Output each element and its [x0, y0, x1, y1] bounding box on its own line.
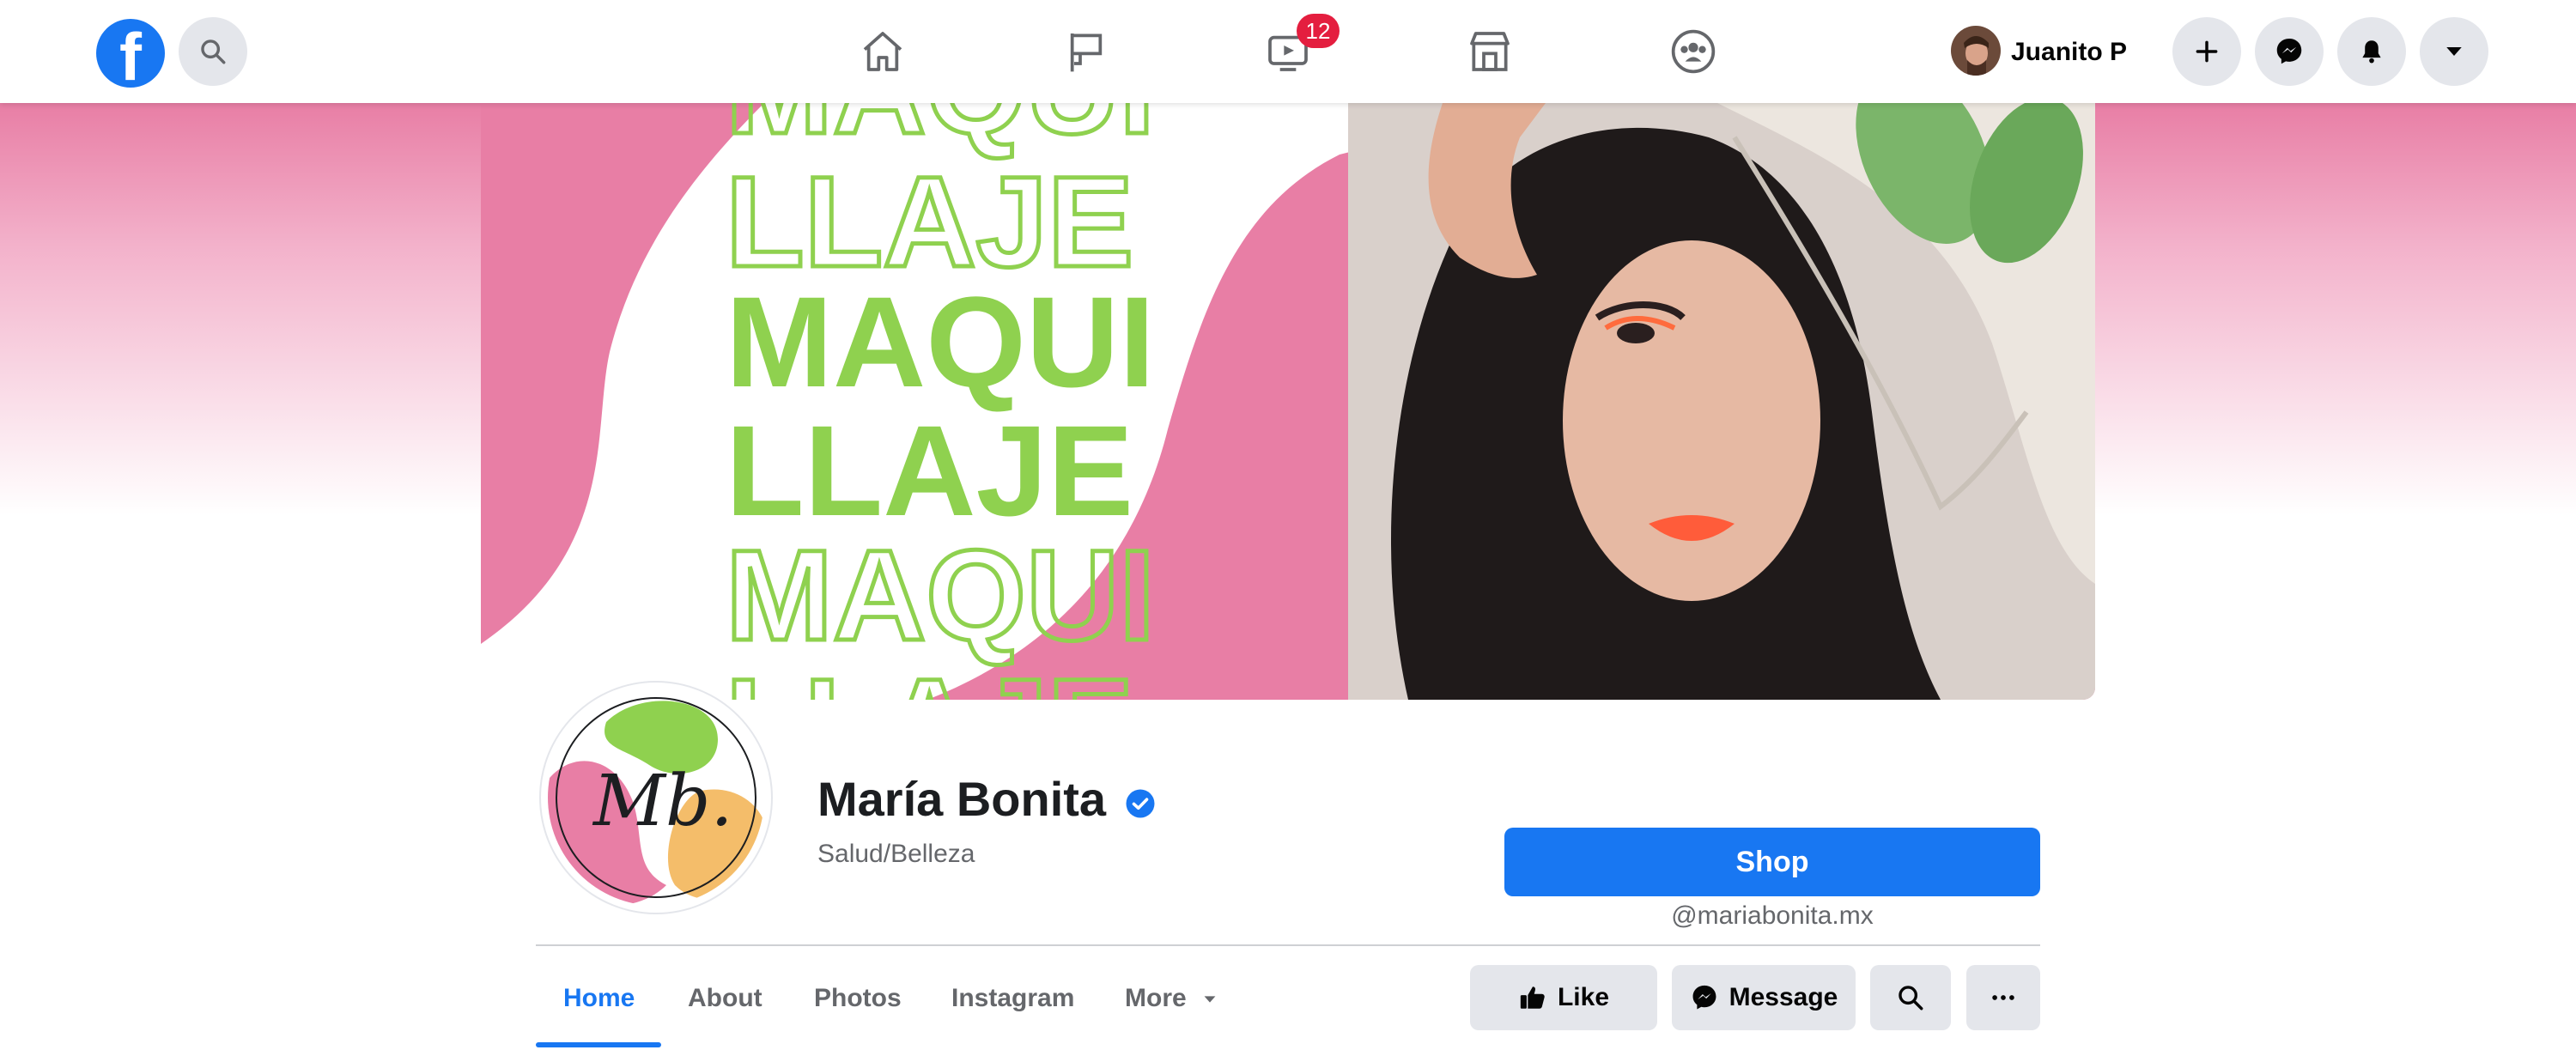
- tab-instagram[interactable]: Instagram: [951, 984, 1074, 1013]
- message-button[interactable]: Message: [1672, 965, 1856, 1030]
- thumbs-up-icon: [1520, 986, 1545, 1009]
- notifications-button[interactable]: [2337, 17, 2406, 86]
- account-menu-button[interactable]: [2420, 17, 2488, 86]
- user-name[interactable]: Juanito P: [2011, 38, 2127, 67]
- page-search-button[interactable]: [1870, 965, 1951, 1030]
- more-options-button[interactable]: [1966, 965, 2040, 1030]
- messenger-button[interactable]: [2255, 17, 2324, 86]
- header-divider: [536, 944, 2040, 946]
- marketplace-icon: [1470, 32, 1510, 71]
- groups-icon: [1671, 29, 1716, 74]
- caret-down-icon: [2446, 47, 2462, 56]
- svg-text:MAQUI: MAQUI: [726, 523, 1155, 667]
- monogram-logo: Mb.: [548, 689, 764, 906]
- watch-notification-badge: 12: [1297, 14, 1340, 48]
- tab-more-label: More: [1125, 984, 1187, 1012]
- svg-text:LLAJE: LLAJE: [726, 398, 1133, 543]
- ellipsis-icon: [1992, 995, 2014, 1000]
- svg-text:LLAJE: LLAJE: [726, 652, 1133, 700]
- nav-home[interactable]: [818, 17, 947, 86]
- create-button[interactable]: [2172, 17, 2241, 86]
- plus-icon: [2196, 40, 2218, 63]
- home-icon: [863, 32, 902, 71]
- svg-text:MAQUI: MAQUI: [726, 270, 1155, 414]
- page-title: María Bonita: [817, 772, 1107, 826]
- user-avatar[interactable]: [1951, 26, 2001, 76]
- active-tab-indicator: [536, 1042, 661, 1047]
- photo-of-woman: [1348, 103, 2095, 700]
- nav-pages[interactable]: [1022, 17, 1151, 86]
- svg-text:Mb.: Mb.: [592, 761, 733, 842]
- cover-photo[interactable]: MAQUI LLAJE MAQUI LLAJE MAQUI LLAJE: [481, 103, 2095, 700]
- bell-icon: [2362, 40, 2381, 64]
- messenger-icon: [1692, 985, 1716, 1010]
- tab-more[interactable]: More: [1125, 984, 1219, 1013]
- message-label: Message: [1728, 983, 1838, 1011]
- messenger-icon: [2276, 39, 2302, 64]
- cover-artwork: MAQUI LLAJE MAQUI LLAJE MAQUI LLAJE: [481, 103, 2095, 700]
- nav-marketplace[interactable]: [1425, 17, 1554, 86]
- search-icon: [1899, 986, 1923, 1011]
- nav-groups[interactable]: [1629, 17, 1758, 86]
- flag-icon: [1070, 33, 1103, 72]
- page-profile-picture[interactable]: Mb.: [541, 683, 771, 913]
- facebook-logo-icon[interactable]: f: [96, 19, 165, 88]
- verified-badge-icon: [1126, 789, 1155, 818]
- tab-home[interactable]: Home: [563, 984, 635, 1013]
- like-label: Like: [1557, 983, 1610, 1011]
- caret-down-icon: [1204, 996, 1216, 1003]
- top-navigation-bar: f 12 Juanito P: [0, 0, 2576, 103]
- search-button[interactable]: [179, 17, 247, 86]
- shop-button[interactable]: Shop: [1504, 828, 2040, 896]
- search-icon: [201, 39, 226, 64]
- cover-word-art: MAQUI LLAJE MAQUI LLAJE MAQUI LLAJE: [724, 103, 1157, 700]
- tab-photos[interactable]: Photos: [814, 984, 902, 1013]
- page-username: @mariabonita.mx: [1671, 901, 1874, 930]
- like-button[interactable]: Like: [1470, 965, 1657, 1030]
- tab-about[interactable]: About: [688, 984, 762, 1013]
- page-category: Salud/Belleza: [817, 840, 975, 868]
